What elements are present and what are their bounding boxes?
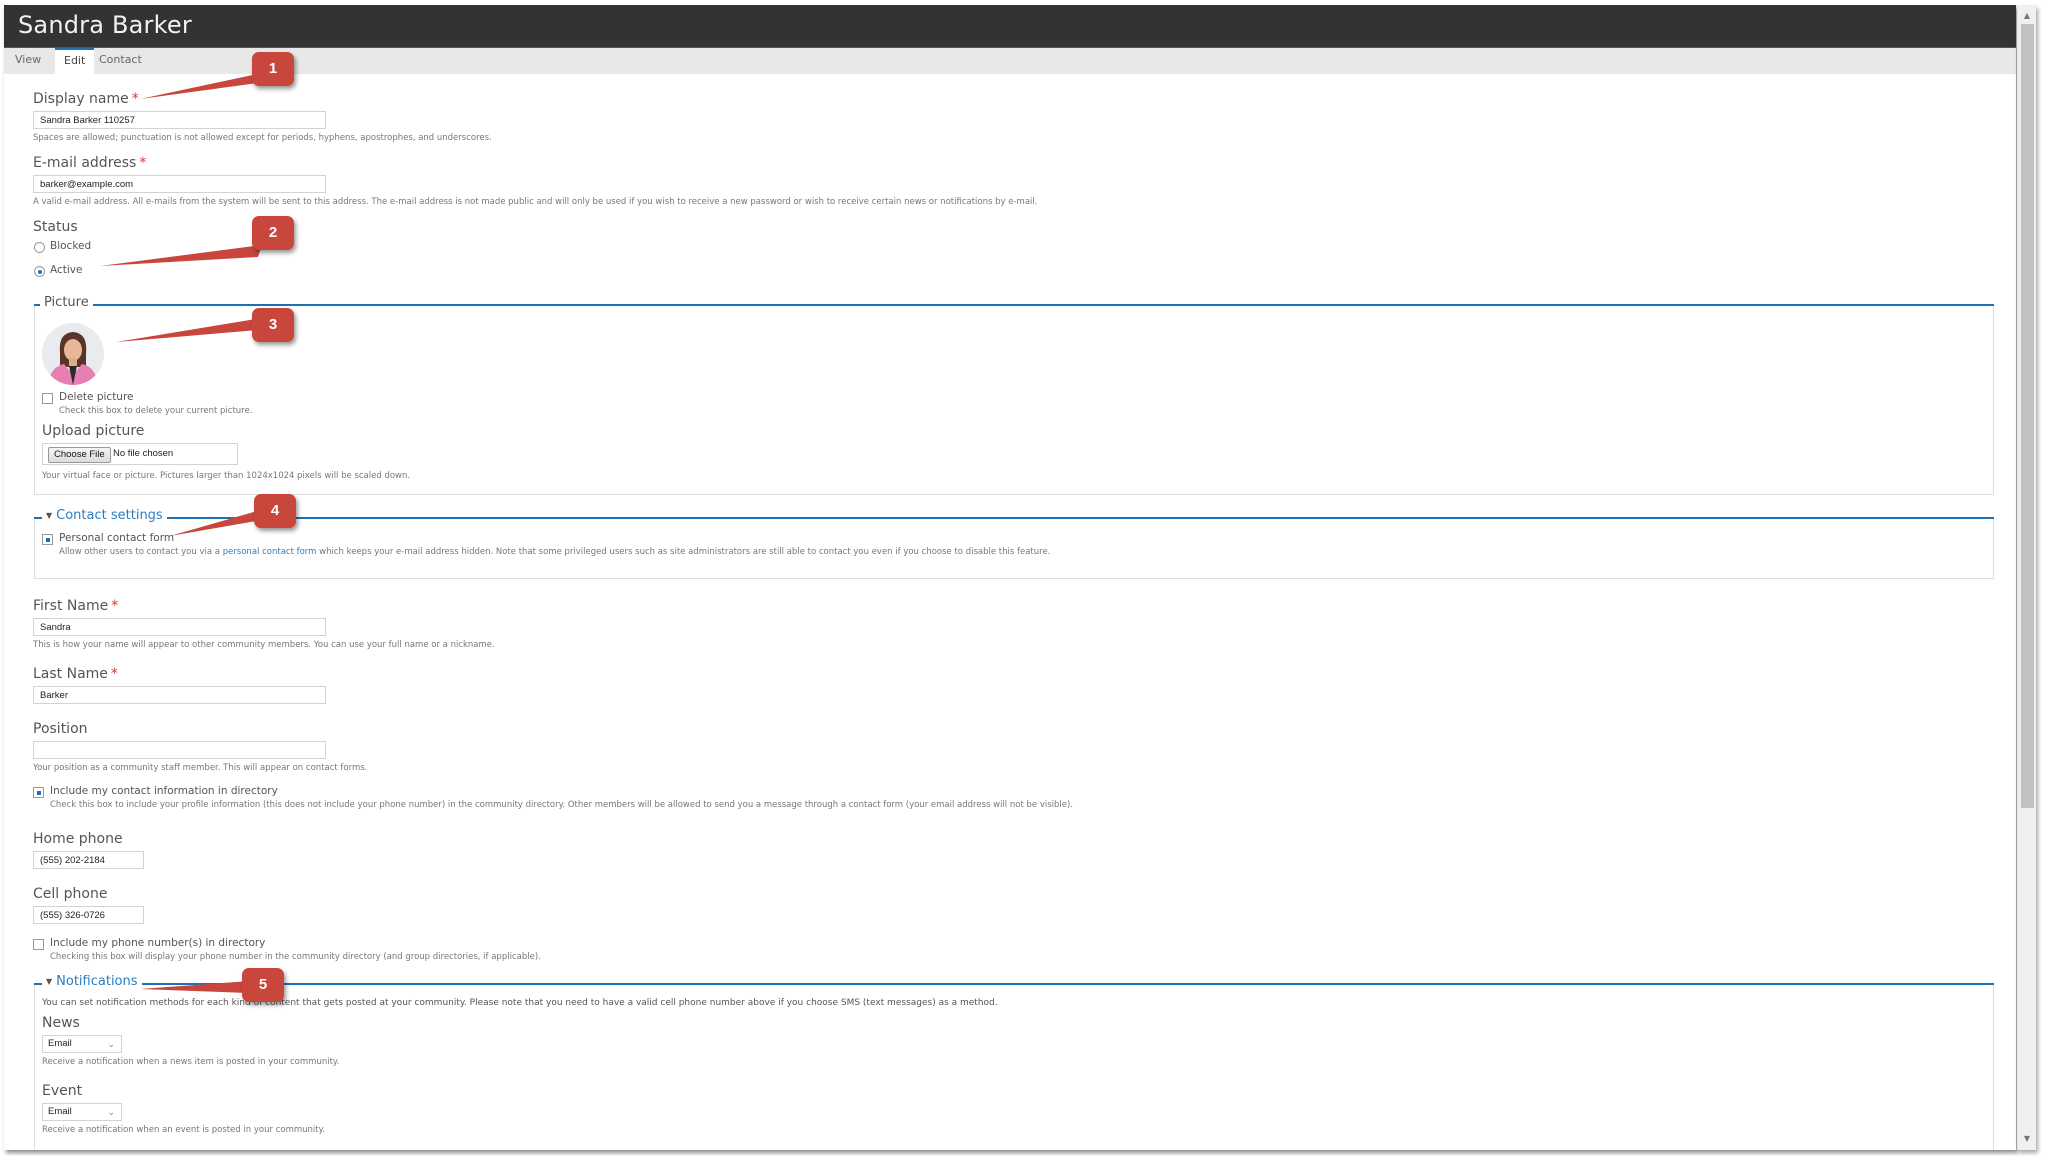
position-description: Your position as a community staff membe…: [33, 763, 368, 773]
display-name-description: Spaces are allowed; punctuation is not a…: [33, 133, 492, 143]
include-contact-checkbox[interactable]: [33, 787, 44, 798]
callout-badge-4: 4: [254, 494, 296, 528]
scroll-up-arrow-icon[interactable]: ▲: [2018, 7, 2036, 25]
first-name-description: This is how your name will appear to oth…: [33, 640, 495, 650]
edit-form: Display name * Sandra Barker 110257 Space…: [4, 73, 2016, 1150]
callout-badge-3: 3: [252, 308, 294, 342]
personal-contact-form-description: Allow other users to contact you via a p…: [59, 547, 1050, 557]
include-contact-description: Check this box to include your profile i…: [50, 800, 1074, 810]
first-name-label-text: First Name: [33, 598, 109, 614]
cell-phone-input[interactable]: (555) 326-0726: [33, 906, 144, 924]
display-name-input[interactable]: Sandra Barker 110257: [33, 111, 326, 129]
home-phone-label: Home phone: [33, 831, 123, 847]
status-blocked-label[interactable]: Blocked: [50, 240, 91, 252]
news-label: News: [42, 1015, 80, 1031]
notifications-legend-text: Notifications: [56, 974, 138, 989]
notifications-intro: You can set notification methods for eac…: [42, 998, 998, 1008]
contact-settings-legend-text: Contact settings: [56, 508, 163, 523]
caret-down-icon: ▼: [46, 511, 53, 520]
event-select[interactable]: Email ⌄: [42, 1103, 122, 1121]
email-label-text: E-mail address: [33, 155, 137, 171]
status-blocked-radio[interactable]: [34, 242, 45, 253]
include-phone-description: Checking this box will display your phon…: [50, 952, 541, 962]
page-title: Sandra Barker: [18, 11, 192, 39]
chevron-down-icon: ⌄: [107, 1107, 115, 1117]
personal-contact-form-link[interactable]: personal contact form: [223, 547, 317, 557]
email-input[interactable]: barker@example.com: [33, 175, 326, 193]
caret-down-icon: ▼: [46, 977, 53, 986]
first-name-input[interactable]: Sandra: [33, 618, 326, 636]
callout-badge-2: 2: [252, 216, 294, 250]
scroll-down-arrow-icon[interactable]: ▼: [2018, 1130, 2036, 1148]
fieldset-border: [34, 304, 1994, 306]
tab-view[interactable]: View: [6, 48, 50, 74]
status-label: Status: [33, 219, 78, 235]
fieldset-border: [34, 983, 1994, 985]
tab-bar: View Edit Contact: [4, 47, 2016, 76]
include-phone-label[interactable]: Include my phone number(s) in directory: [50, 937, 265, 949]
scrollbar-thumb[interactable]: [2021, 24, 2034, 808]
callout-badge-1: 1: [252, 52, 294, 86]
last-name-label-text: Last Name: [33, 666, 108, 682]
email-label: E-mail address *: [33, 155, 146, 171]
email-description: A valid e-mail address. All e-mails from…: [33, 197, 1038, 207]
include-phone-checkbox[interactable]: [33, 939, 44, 950]
required-marker: *: [111, 598, 119, 614]
delete-picture-description: Check this box to delete your current pi…: [59, 406, 253, 416]
personal-contact-form-checkbox[interactable]: [42, 534, 53, 545]
no-file-text: No file chosen: [113, 448, 174, 459]
profile-photo: [42, 323, 104, 385]
first-name-label: First Name *: [33, 598, 118, 614]
event-select-value: Email: [48, 1106, 72, 1117]
display-name-label: Display name *: [33, 91, 139, 107]
include-contact-label[interactable]: Include my contact information in direct…: [50, 785, 278, 797]
home-phone-input[interactable]: (555) 202-2184: [33, 851, 144, 869]
news-select-value: Email: [48, 1038, 72, 1049]
required-marker: *: [131, 91, 139, 107]
news-description: Receive a notification when a news item …: [42, 1057, 340, 1067]
upload-picture-description: Your virtual face or picture. Pictures l…: [42, 471, 411, 481]
delete-picture-label[interactable]: Delete picture: [59, 391, 134, 403]
chevron-down-icon: ⌄: [107, 1039, 115, 1049]
last-name-label: Last Name *: [33, 666, 118, 682]
browser-frame: Sandra Barker View Edit Contact Display …: [4, 5, 2016, 1150]
picture-fieldset: [34, 304, 1994, 495]
upload-picture-input[interactable]: Choose File No file chosen: [42, 443, 238, 465]
event-label: Event: [42, 1083, 83, 1099]
description-text: Allow other users to contact you via a: [59, 547, 223, 557]
personal-contact-form-label[interactable]: Personal contact form: [59, 532, 174, 544]
vertical-scrollbar[interactable]: ▲ ▼: [2017, 5, 2036, 1150]
required-marker: *: [110, 666, 118, 682]
fieldset-border: [34, 517, 1994, 519]
notifications-legend[interactable]: ▼ Notifications: [42, 974, 142, 989]
status-active-label[interactable]: Active: [50, 264, 82, 276]
tab-contact[interactable]: Contact: [90, 48, 151, 74]
position-label: Position: [33, 721, 88, 737]
cell-phone-label: Cell phone: [33, 886, 108, 902]
position-input[interactable]: [33, 741, 326, 759]
callout-badge-5: 5: [242, 968, 284, 1002]
event-description: Receive a notification when an event is …: [42, 1125, 326, 1135]
page-header: Sandra Barker: [4, 5, 2016, 47]
status-active-radio[interactable]: [34, 266, 45, 277]
tab-edit[interactable]: Edit: [55, 48, 95, 76]
upload-picture-label: Upload picture: [42, 423, 145, 439]
display-name-label-text: Display name: [33, 91, 129, 107]
avatar: [42, 323, 104, 385]
delete-picture-checkbox[interactable]: [42, 393, 53, 404]
picture-legend: Picture: [40, 295, 93, 310]
news-select[interactable]: Email ⌄: [42, 1035, 122, 1053]
required-marker: *: [139, 155, 147, 171]
choose-file-button[interactable]: Choose File: [48, 447, 111, 463]
last-name-input[interactable]: Barker: [33, 686, 326, 704]
contact-settings-legend[interactable]: ▼ Contact settings: [42, 508, 167, 523]
description-text: which keeps your e-mail address hidden. …: [316, 547, 1051, 557]
